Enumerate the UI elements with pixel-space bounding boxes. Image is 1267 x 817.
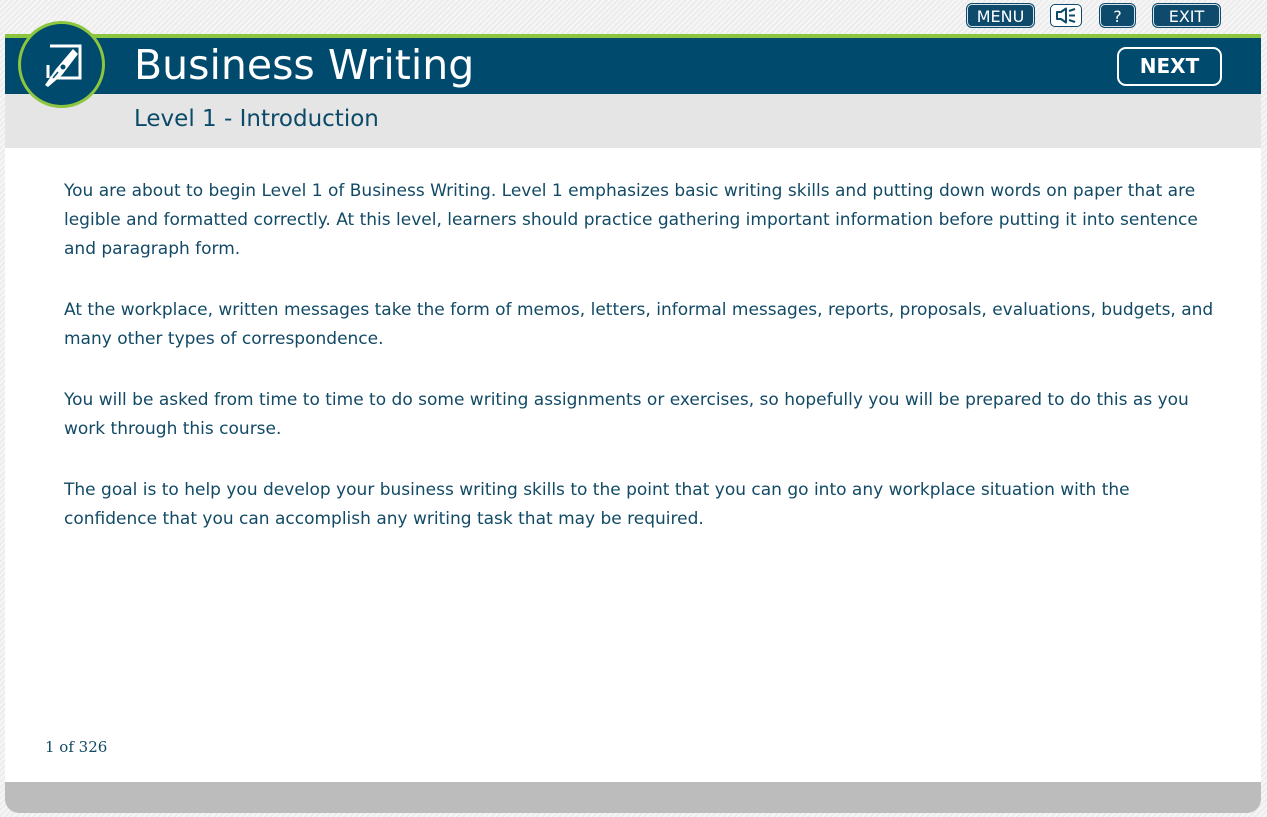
- course-logo: [18, 21, 105, 108]
- lesson-subheader: Level 1 - Introduction: [5, 94, 1261, 148]
- utility-toolbar: MENU ? EXIT: [5, 0, 1261, 34]
- audio-button[interactable]: [1050, 4, 1082, 27]
- help-button[interactable]: ?: [1100, 4, 1135, 27]
- intro-paragraph: You are about to begin Level 1 of Busine…: [64, 181, 1198, 259]
- course-title: Business Writing: [134, 41, 475, 89]
- workplace-paragraph: At the workplace, written messages take …: [64, 300, 1214, 349]
- assignments-paragraph: You will be asked from time to time to d…: [64, 390, 1189, 439]
- footer-bar: [5, 782, 1261, 813]
- speaker-icon: [1051, 7, 1081, 24]
- exit-button[interactable]: EXIT: [1153, 4, 1220, 27]
- lesson-title: Level 1 - Introduction: [134, 106, 379, 132]
- menu-button[interactable]: MENU: [967, 4, 1034, 27]
- lesson-content: You are about to begin Level 1 of Busine…: [5, 148, 1261, 782]
- page-counter: 1 of 326: [45, 738, 108, 756]
- next-button[interactable]: NEXT: [1117, 47, 1222, 86]
- course-frame: MENU ? EXIT Business Writing NEXT Level …: [5, 0, 1261, 813]
- goal-paragraph: The goal is to help you develop your bus…: [64, 480, 1130, 529]
- course-header: Business Writing NEXT: [5, 38, 1261, 94]
